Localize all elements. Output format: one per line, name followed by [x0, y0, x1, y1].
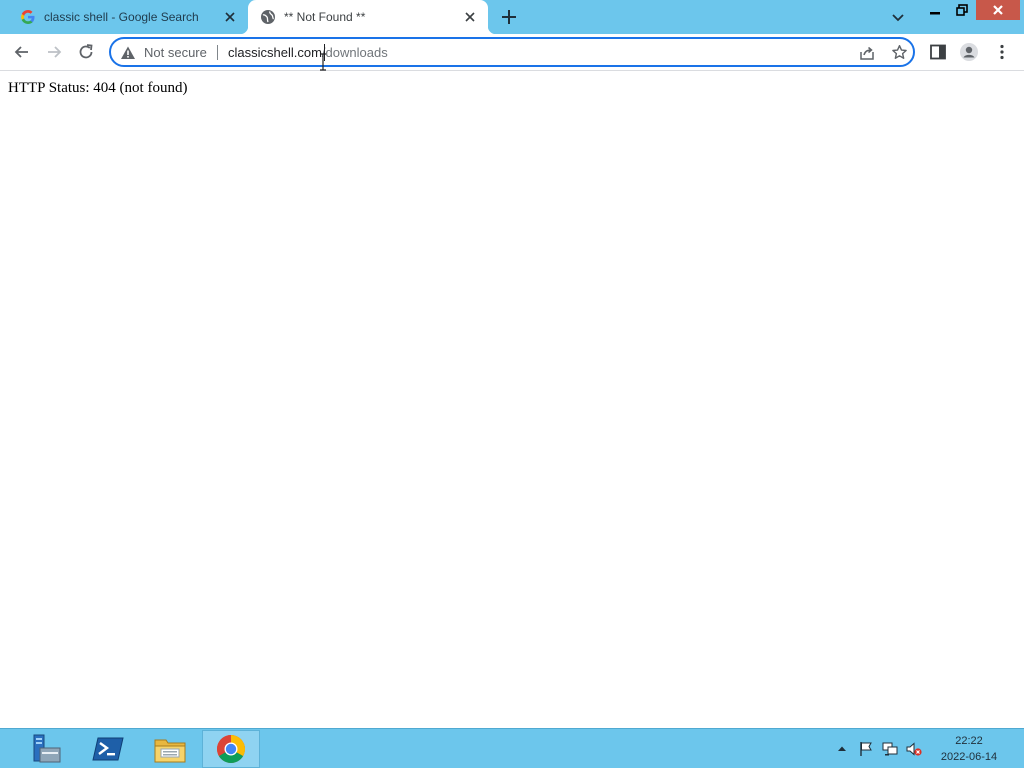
new-tab-plus-icon[interactable]	[500, 8, 518, 26]
security-label[interactable]: Not secure	[144, 45, 207, 60]
close-tab-icon[interactable]	[222, 9, 238, 25]
minimize-icon	[930, 12, 940, 15]
back-arrow-icon[interactable]	[12, 42, 32, 62]
http-status-message: HTTP Status: 404 (not found)	[8, 80, 188, 96]
tab-not-found[interactable]: ** Not Found **	[240, 0, 496, 34]
restore-icon	[956, 4, 968, 16]
taskbar: 22:22 2022-06-14	[0, 728, 1024, 768]
server-manager-icon	[33, 734, 61, 763]
side-panel-icon[interactable]	[928, 42, 948, 62]
tab-title: classic shell - Google Search	[44, 10, 199, 24]
taskbar-chrome[interactable]	[202, 730, 260, 768]
share-icon[interactable]	[859, 45, 875, 61]
chevron-down-icon[interactable]	[890, 9, 906, 25]
taskbar-server-manager[interactable]	[17, 730, 75, 768]
restore-button[interactable]	[948, 0, 976, 20]
warning-triangle-icon[interactable]	[120, 45, 136, 61]
chrome-icon	[217, 735, 245, 763]
url-host: classicshell.com	[228, 45, 322, 60]
file-explorer-icon	[154, 739, 186, 763]
browser-toolbar: Not secure classicshell.com/downloads	[0, 34, 1024, 71]
taskbar-powershell[interactable]	[79, 730, 137, 768]
powershell-icon	[92, 737, 124, 761]
divider	[217, 45, 218, 60]
system-clock[interactable]: 22:22 2022-06-14	[930, 733, 1008, 765]
clock-date: 2022-06-14	[940, 751, 998, 763]
close-tab-icon[interactable]	[462, 9, 478, 25]
tab-title: ** Not Found **	[284, 10, 366, 24]
address-bar[interactable]: Not secure classicshell.com/downloads	[109, 37, 915, 67]
volume-muted-icon[interactable]	[906, 741, 922, 757]
clock-time: 22:22	[955, 735, 983, 747]
reload-icon[interactable]	[76, 42, 96, 62]
bookmark-star-icon[interactable]	[891, 44, 908, 61]
forward-arrow-icon[interactable]	[44, 42, 64, 62]
minimize-button[interactable]	[922, 0, 948, 20]
show-hidden-icons-arrow-icon[interactable]	[834, 741, 850, 757]
close-icon	[993, 5, 1003, 15]
google-g-icon	[21, 10, 35, 24]
ibeam-cursor-icon	[320, 53, 326, 71]
globe-icon	[261, 10, 275, 24]
tab-strip: classic shell - Google Search ** Not Fou…	[0, 0, 1024, 34]
url-text[interactable]: classicshell.com/downloads	[228, 45, 388, 60]
taskbar-file-explorer[interactable]	[141, 730, 199, 768]
network-icon[interactable]	[882, 741, 898, 757]
close-window-button[interactable]	[976, 0, 1020, 20]
url-path: /downloads	[321, 45, 388, 60]
action-center-flag-icon[interactable]	[858, 741, 874, 757]
tab-google-search[interactable]: classic shell - Google Search	[8, 0, 246, 34]
profile-avatar-icon[interactable]	[959, 42, 979, 62]
kebab-menu-icon[interactable]	[992, 42, 1012, 62]
page-content: HTTP Status: 404 (not found)	[0, 72, 1024, 728]
